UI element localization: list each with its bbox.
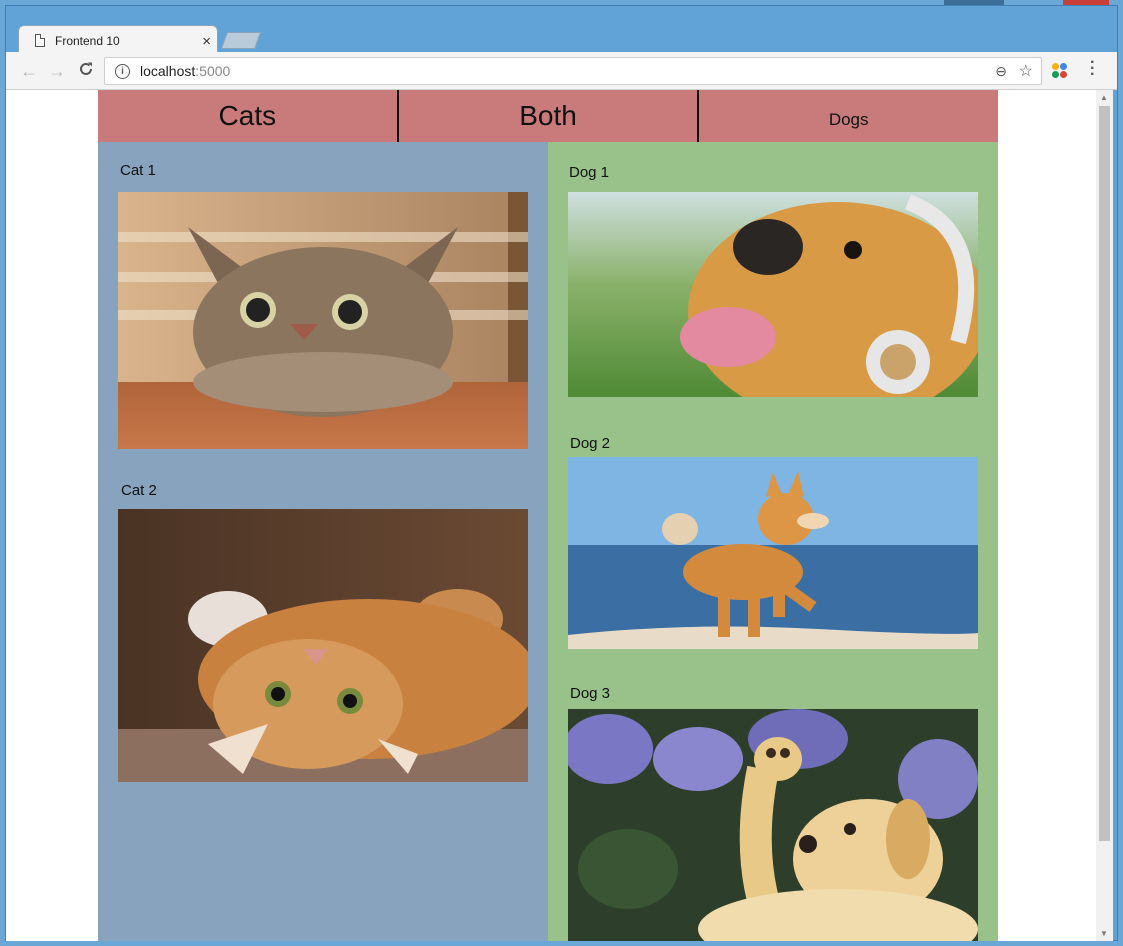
browser-window: Максим – □ ✕ Frontend 10 × ← → i localho… — [0, 0, 1123, 946]
browser-frame: Frontend 10 × ← → i localhost:5000 ⊖ ☆ ·… — [5, 5, 1118, 941]
dog-1-image — [568, 192, 978, 397]
nav-both-link[interactable]: Both — [399, 90, 700, 142]
scroll-thumb[interactable] — [1099, 106, 1110, 841]
page-content: Cats Both Dogs Cat 1 Cat 2 Dog 1 Dog 2 D… — [98, 90, 998, 941]
nav-cats-link[interactable]: Cats — [98, 90, 399, 142]
forward-arrow-icon[interactable]: → — [48, 61, 66, 82]
tab-title: Frontend 10 — [55, 33, 120, 48]
reload-icon[interactable] — [78, 61, 94, 82]
back-arrow-icon[interactable]: ← — [20, 61, 38, 82]
browser-toolbar: ← → i localhost:5000 ⊖ ☆ · · · — [6, 52, 1117, 90]
address-bar[interactable]: i localhost:5000 ⊖ ☆ — [104, 57, 1042, 85]
url-port: :5000 — [195, 63, 231, 79]
info-icon[interactable]: i — [115, 63, 130, 79]
dog-1-label: Dog 1 — [569, 164, 610, 181]
browser-tab[interactable]: Frontend 10 × — [18, 25, 218, 55]
scroll-up-arrow-icon[interactable]: ▲ — [1100, 93, 1108, 102]
cats-column: Cat 1 Cat 2 — [98, 142, 548, 941]
nav-dogs-link[interactable]: Dogs — [699, 90, 998, 142]
bookmark-star-icon[interactable]: ☆ — [1019, 61, 1033, 81]
menu-icon[interactable]: · · · — [1090, 55, 1095, 83]
url-host: localhost — [140, 63, 196, 79]
page-icon — [35, 34, 45, 47]
vertical-scrollbar[interactable]: ▲ ▼ — [1096, 90, 1113, 941]
dog-3-label: Dog 3 — [570, 685, 611, 702]
cat-1-label: Cat 1 — [120, 162, 156, 179]
page-viewport: Cats Both Dogs Cat 1 Cat 2 Dog 1 Dog 2 D… — [6, 90, 1102, 941]
dog-3-image — [568, 709, 978, 941]
dog-2-image — [568, 457, 978, 649]
dog-2-label: Dog 2 — [570, 435, 611, 452]
cat-1-image — [118, 192, 528, 449]
zoom-icon[interactable]: ⊖ — [995, 63, 1007, 80]
scroll-down-arrow-icon[interactable]: ▼ — [1100, 929, 1108, 938]
extension-icon[interactable] — [1052, 63, 1068, 79]
dogs-column: Dog 1 Dog 2 Dog 3 — [548, 142, 998, 941]
cat-2-image — [118, 509, 528, 782]
category-nav: Cats Both Dogs — [98, 90, 998, 142]
new-tab-button[interactable] — [220, 32, 262, 49]
tab-close-icon[interactable]: × — [202, 33, 211, 50]
cat-2-label: Cat 2 — [121, 482, 157, 499]
